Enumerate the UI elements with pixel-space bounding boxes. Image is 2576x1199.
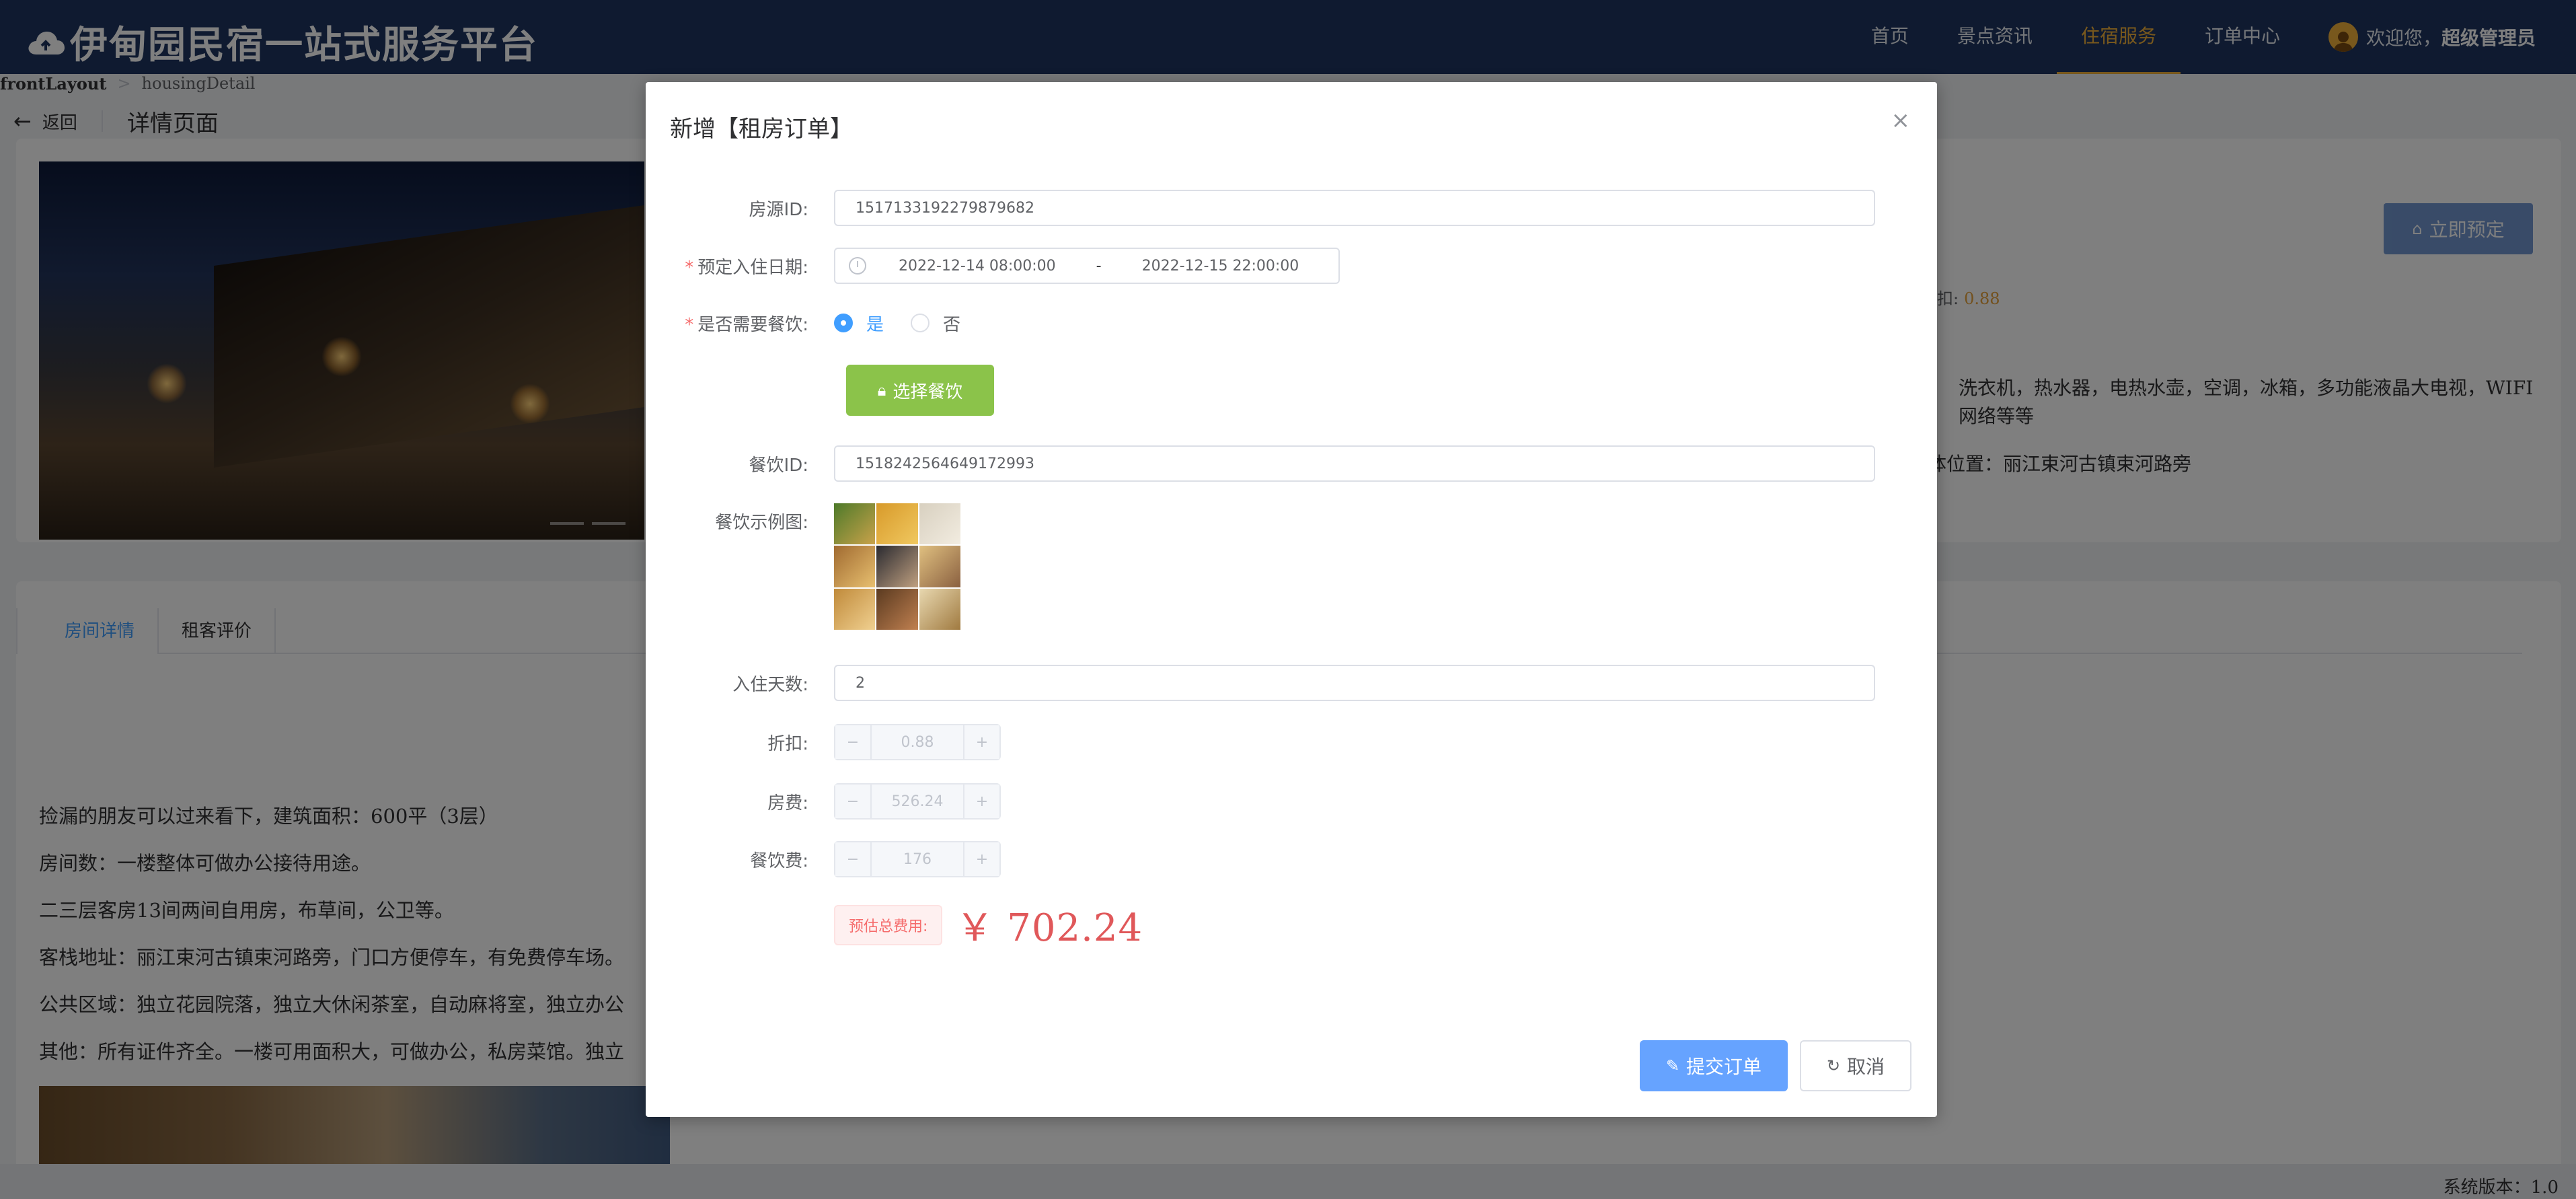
order-dialog: 新增【租房订单】 × 房源ID: 1517133192279879682 * 预定… (646, 82, 1937, 1117)
meal-fee-stepper: − 176 + (834, 841, 1001, 877)
cancel-button[interactable]: ↻ 取消 (1800, 1040, 1911, 1091)
room-fee-label: 房费: (767, 793, 808, 813)
discount-row: 折扣: − 0.88 + (646, 724, 1937, 760)
refresh-icon: ↻ (1826, 1056, 1841, 1075)
total-amount: ￥ 702.24 (956, 906, 1143, 950)
days-row: 入住天数: 2 (646, 665, 1937, 701)
plus-icon: + (963, 785, 999, 818)
radio-checked-icon (834, 314, 853, 332)
room-fee-value: 526.24 (872, 793, 963, 810)
lock-icon: 🔒︎ (877, 381, 886, 400)
meal-id-row: 餐饮ID: 1518242564649172993 (646, 445, 1937, 482)
total-tag: 预估总费用: (834, 904, 943, 945)
meal-image-row: 餐饮示例图: (646, 503, 1937, 630)
meal-fee-value: 176 (872, 850, 963, 868)
total-row: 预估总费用: ￥ 702.24 (646, 898, 1937, 952)
discount-stepper-value: 0.88 (872, 733, 963, 751)
discount-field-label: 折扣: (767, 733, 808, 754)
need-meal-yes-radio[interactable]: 是 (834, 311, 884, 336)
radio-unchecked-icon (911, 314, 930, 332)
select-meal-row: 🔒︎ 选择餐饮 (646, 365, 1937, 416)
submit-order-button[interactable]: ✎ 提交订单 (1640, 1040, 1788, 1091)
meal-id-label: 餐饮ID: (749, 455, 808, 476)
need-meal-no-radio[interactable]: 否 (911, 311, 960, 336)
meal-sample-image[interactable] (834, 503, 960, 630)
clock-icon (849, 257, 866, 275)
plus-icon: + (963, 842, 999, 876)
checkin-date-label: * 预定入住日期: (685, 257, 808, 278)
checkin-start-date[interactable]: 2022-12-14 08:00:00 (899, 258, 1056, 275)
meal-image-label: 餐饮示例图: (715, 513, 808, 533)
plus-icon: + (963, 725, 999, 759)
dialog-title: 新增【租房订单】 (670, 116, 853, 143)
need-meal-label: * 是否需要餐饮: (685, 314, 808, 335)
checkin-date-row: * 预定入住日期: 2022-12-14 08:00:00 - 2022-12-1… (646, 248, 1937, 284)
send-icon: ✎ (1665, 1056, 1680, 1075)
meal-fee-row: 餐饮费: − 176 + (646, 841, 1937, 877)
housing-id-input[interactable]: 1517133192279879682 (834, 190, 1875, 226)
meal-id-input[interactable]: 1518242564649172993 (834, 445, 1875, 482)
checkin-date-range-picker[interactable]: 2022-12-14 08:00:00 - 2022-12-15 22:00:0… (834, 248, 1340, 284)
room-fee-stepper: − 526.24 + (834, 783, 1001, 820)
discount-stepper: − 0.88 + (834, 724, 1001, 760)
minus-icon: − (835, 785, 872, 818)
minus-icon: − (835, 725, 872, 759)
date-range-separator: - (1096, 257, 1102, 275)
need-meal-row: * 是否需要餐饮: 是 否 (646, 310, 1937, 336)
days-label: 入住天数: (732, 674, 808, 695)
select-meal-button[interactable]: 🔒︎ 选择餐饮 (846, 365, 994, 416)
room-fee-row: 房费: − 526.24 + (646, 783, 1937, 820)
meal-fee-label: 餐饮费: (750, 850, 808, 871)
checkin-end-date[interactable]: 2022-12-15 22:00:00 (1142, 258, 1299, 275)
minus-icon: − (835, 842, 872, 876)
housing-id-row: 房源ID: 1517133192279879682 (646, 190, 1937, 226)
days-input[interactable]: 2 (834, 665, 1875, 701)
housing-id-label: 房源ID: (749, 199, 808, 220)
close-icon[interactable]: × (1891, 109, 1911, 132)
